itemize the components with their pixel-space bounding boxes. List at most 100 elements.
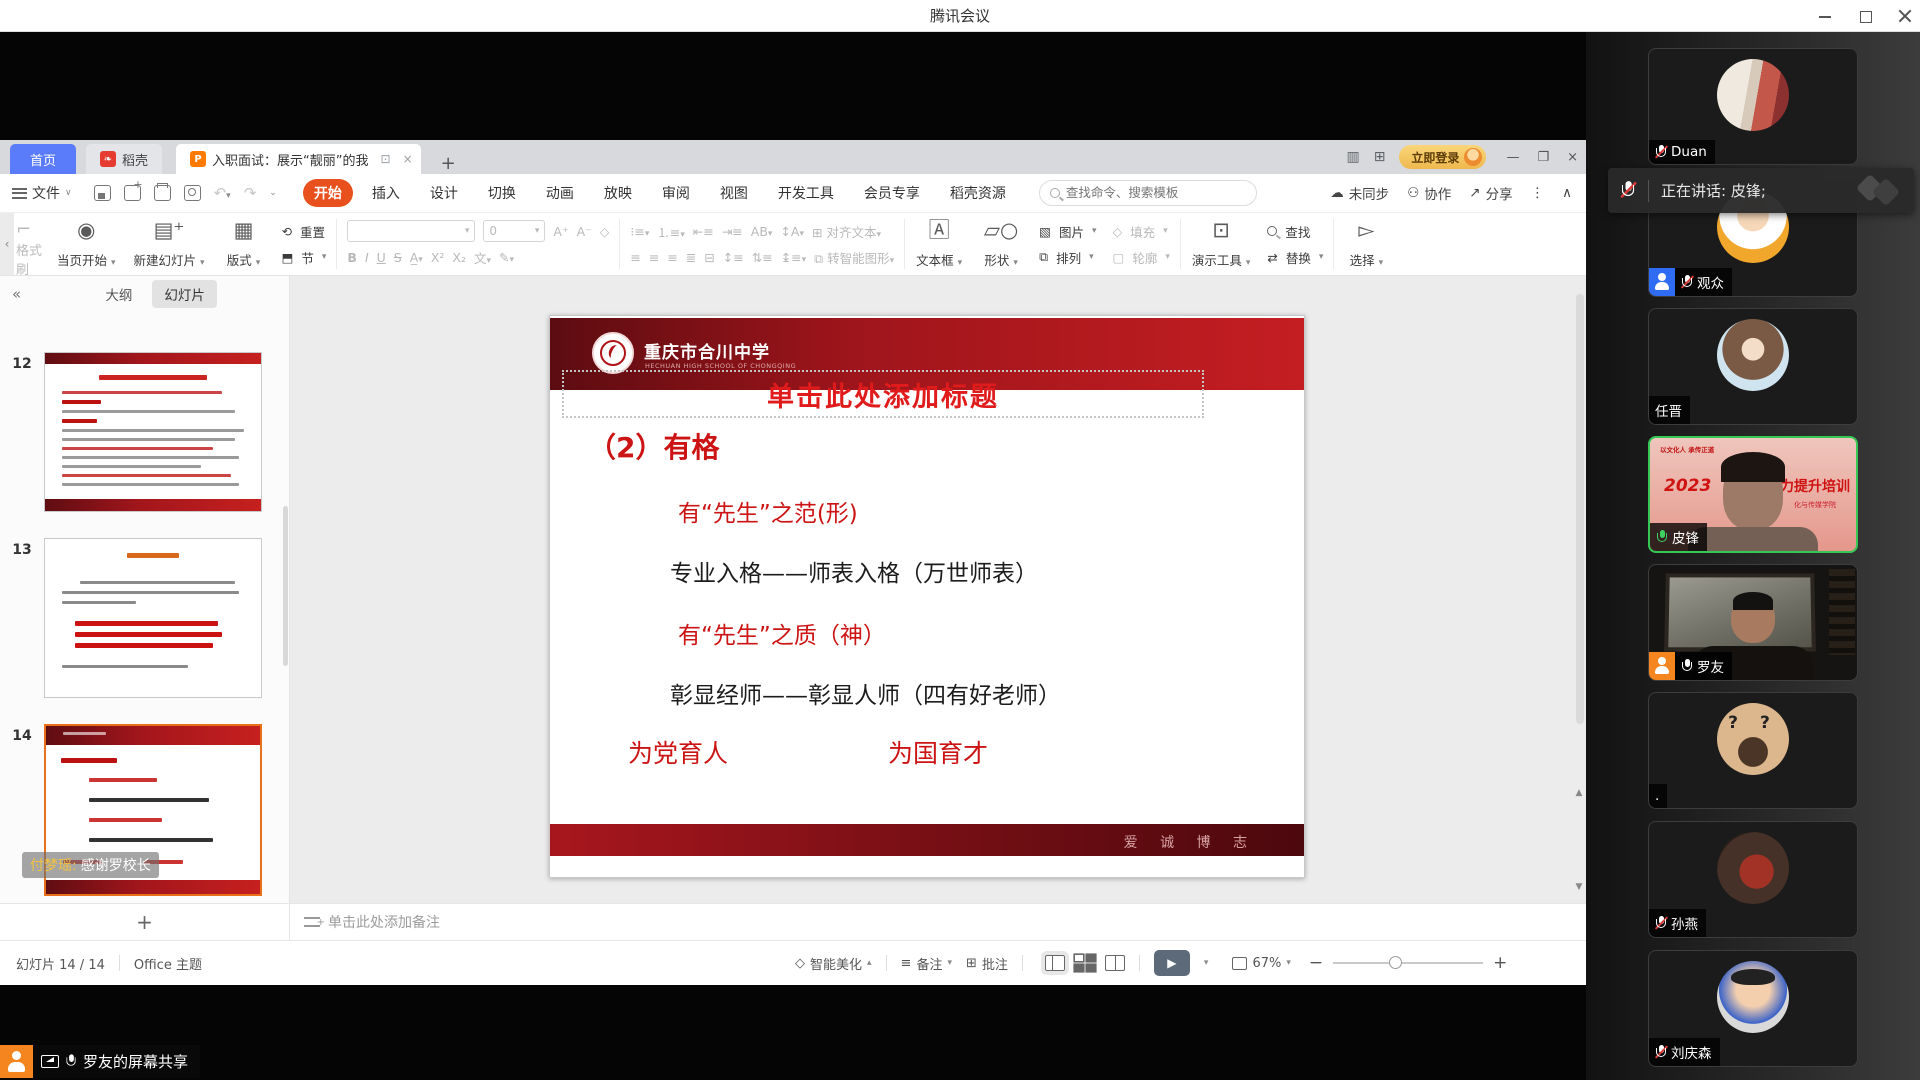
present-tab-icon[interactable]: ⊡ (381, 152, 391, 166)
slide-14-editor[interactable]: 重庆市合川中学 HECHUAN HIGH SCHOOL OF CHONGQING… (549, 315, 1305, 878)
self-mic-muted-icon[interactable] (1621, 181, 1636, 200)
distribute-icon[interactable]: ⊟ (704, 250, 714, 265)
participant-tile-duan[interactable]: Duan (1648, 48, 1858, 165)
tab-slides[interactable]: 幻灯片 (152, 280, 217, 308)
maximize-icon[interactable] (1858, 9, 1872, 23)
split-view-icon[interactable]: ▥ (1346, 149, 1359, 165)
highlight-button[interactable]: ✎▾ (499, 250, 514, 265)
slide-thumbnail-12[interactable] (44, 352, 262, 512)
canvas-scrollbar[interactable] (1576, 294, 1584, 724)
slide-bottom-right[interactable]: 为国育才 (888, 734, 988, 770)
start-from-page-button[interactable]: ◉ 当页开始 ▾ (48, 213, 125, 275)
spacing-options-icon[interactable]: ↨≡▾ (781, 250, 806, 265)
strikethrough-button[interactable]: S (394, 250, 402, 265)
tab-home[interactable]: 首页 (10, 144, 76, 174)
quickbar-more-icon[interactable]: ⌄ (269, 188, 277, 198)
play-options-icon[interactable]: ▾ (1204, 958, 1209, 968)
line-spacing-icon[interactable]: ↕≡ (723, 250, 744, 265)
decrease-font-icon[interactable]: A⁻ (577, 224, 592, 239)
prev-slide-icon[interactable]: ▲ (1574, 788, 1584, 798)
menu-animation[interactable]: 动画 (535, 179, 585, 207)
sync-status[interactable]: ☁ 未同步 (1330, 183, 1389, 203)
share-button[interactable]: ↗ 分享 (1469, 183, 1512, 203)
zoom-level[interactable]: 67%▾ (1232, 956, 1290, 971)
font-size-select[interactable]: 0▾ (483, 220, 545, 242)
reset-button[interactable]: ⟲重置 (282, 219, 327, 243)
comments-button[interactable]: ⊞批注 (966, 954, 1008, 973)
login-button[interactable]: 立即登录 (1399, 145, 1486, 169)
menu-view[interactable]: 视图 (709, 179, 759, 207)
print-preview-icon[interactable] (184, 185, 201, 201)
decrease-indent-icon[interactable]: ⇤≡ (693, 224, 714, 239)
outline-button[interactable]: ▢轮廓▾ (1113, 245, 1170, 269)
menu-member[interactable]: 会员专享 (853, 179, 931, 207)
title-placeholder[interactable]: 单击此处添加标题 (562, 370, 1204, 418)
slide-line-3[interactable]: 有“先生”之质（神） (678, 616, 886, 650)
justify-icon[interactable]: ≣ (686, 250, 696, 265)
print-icon[interactable] (154, 185, 171, 201)
participant-tile-luoyou[interactable]: 罗友 (1648, 564, 1858, 681)
command-search[interactable] (1039, 180, 1257, 206)
slide-sorter-icon[interactable] (1075, 955, 1095, 971)
underline-button[interactable]: U (377, 250, 386, 265)
italic-button[interactable]: I (365, 250, 369, 265)
increase-indent-icon[interactable]: ⇥≡ (722, 224, 743, 239)
zoom-knob[interactable] (1389, 956, 1402, 969)
undo-icon[interactable]: ↶▾ (214, 184, 231, 202)
font-color-button[interactable]: A̲▾ (410, 250, 423, 265)
slide-line-4[interactable]: 彰显经师——彰显人师（四有好老师） (670, 676, 1061, 710)
wps-restore-icon[interactable]: ❐ (1537, 150, 1549, 165)
menu-insert[interactable]: 插入 (361, 179, 411, 207)
slide-bottom-left[interactable]: 为党育人 (628, 734, 728, 770)
slide-thumbnail-13[interactable] (44, 538, 262, 698)
numbering-icon[interactable]: ⒈≡▾ (657, 222, 685, 241)
shapes-button[interactable]: ▱○ 形状 ▾ (971, 213, 1031, 275)
replace-button[interactable]: ⇄替换▾ (1267, 245, 1323, 269)
normal-view-icon[interactable] (1045, 955, 1065, 971)
theme-name[interactable]: Office 主题 (134, 954, 202, 973)
beautify-button[interactable]: ◇智能美化▴ (795, 954, 872, 973)
menu-docer-resources[interactable]: 稻壳资源 (939, 179, 1017, 207)
panel-scrollbar[interactable] (283, 506, 288, 666)
slideshow-play-button[interactable]: ▶ (1154, 950, 1190, 976)
phonetic-button[interactable]: 文▾ (474, 248, 491, 267)
search-input[interactable] (1066, 186, 1226, 200)
to-smartart-button[interactable]: ⧉ 转智能图形▾ (814, 248, 894, 267)
collapse-panel-icon[interactable]: « (12, 285, 21, 303)
wps-minimize-icon[interactable]: — (1506, 150, 1519, 165)
align-right-icon[interactable]: ≡ (667, 250, 677, 265)
participant-tile-pifeng-speaking[interactable]: 以文化人 承传正道 2023 能力提升培训 化与传媒学院 皮锋 (1648, 436, 1858, 553)
slide-line-2[interactable]: 专业入格——师表入格（万世师表） (670, 554, 1038, 588)
participant-tile-liuqingsen[interactable]: 刘庆森 (1648, 950, 1858, 1067)
add-slide-button[interactable]: + (0, 904, 290, 940)
menu-transition[interactable]: 切换 (477, 179, 527, 207)
align-center-icon[interactable]: ≡ (649, 250, 659, 265)
clear-format-icon[interactable]: ◇ (600, 224, 610, 239)
notes-toggle[interactable]: ≡备注▾ (901, 954, 952, 973)
redo-icon[interactable]: ↷ (244, 184, 257, 202)
section-button[interactable]: ⬒节 ▾ (282, 245, 327, 269)
slide-line-1[interactable]: 有“先生”之范(形) (678, 494, 858, 528)
tab-docer[interactable]: ❧ 稻壳 (86, 144, 162, 174)
menu-design[interactable]: 设计 (419, 179, 469, 207)
align-left-icon[interactable]: ≡ (630, 250, 640, 265)
zoom-track[interactable] (1333, 962, 1483, 964)
tab-document[interactable]: P 入职面试：展示“靓丽”的我 ⊡ × (176, 144, 421, 174)
grid-view-icon[interactable]: ⊞ (1374, 149, 1386, 165)
reading-view-icon[interactable] (1105, 955, 1125, 971)
menu-devtools[interactable]: 开发工具 (767, 179, 845, 207)
new-slide-button[interactable]: ▤⁺ 新建幻灯片 ▾ (125, 213, 214, 275)
minimize-icon[interactable] (1818, 9, 1832, 23)
text-direction-icon[interactable]: ↕A▾ (780, 224, 804, 239)
bullets-icon[interactable]: ⁝≡▾ (630, 224, 649, 239)
participant-tile-dot[interactable]: ? ? . (1648, 692, 1858, 809)
close-tab-icon[interactable]: × (403, 152, 413, 166)
participant-tile-renjin[interactable]: 任晋 (1648, 308, 1858, 425)
para-spacing-icon[interactable]: ⇅≡ (752, 250, 773, 265)
char-spacing-icon[interactable]: AB▾ (751, 224, 773, 239)
tab-outline[interactable]: 大纲 (93, 280, 144, 308)
layout-button[interactable]: ▦ 版式 ▾ (214, 213, 274, 275)
presenter-tools-button[interactable]: ⊡ 演示工具 ▾ (1183, 213, 1260, 275)
find-button[interactable]: 查找 (1267, 219, 1323, 243)
increase-font-icon[interactable]: A⁺ (553, 224, 568, 239)
